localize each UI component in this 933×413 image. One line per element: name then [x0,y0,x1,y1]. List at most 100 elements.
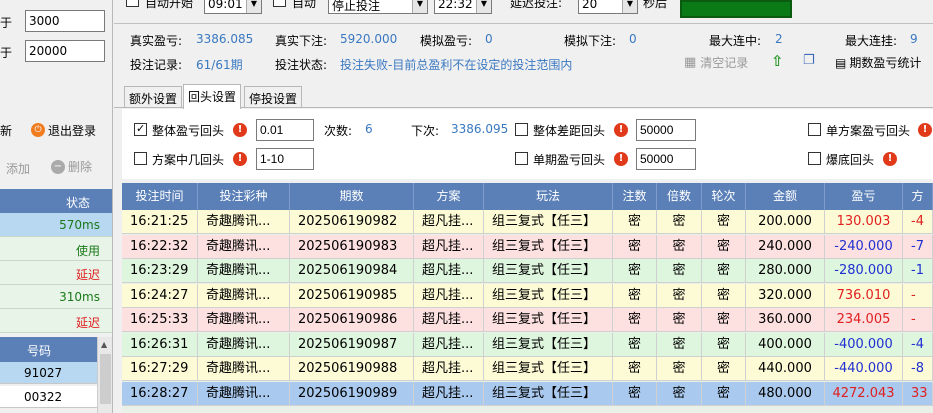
status-column-header[interactable]: 状态 [0,189,112,213]
column-header[interactable]: 盈亏 [825,183,903,210]
overall-gap-input[interactable] [636,119,696,141]
number-column-header[interactable]: 号码 [0,337,97,362]
copy-icon[interactable]: ❐ [803,53,815,68]
status-header-label: 状态 [66,196,91,210]
status-row[interactable]: 310ms [0,285,112,309]
start-time-picker[interactable]: 09:01 ▼ [204,0,262,14]
column-header[interactable]: 期数 [290,183,414,210]
table-row[interactable]: 16:25:33 奇趣腾讯... 202506190986 超凡挂... 组三复式【任三… [122,308,933,332]
top-toolbar: 自动开始 09:01 ▼ 自动 停止投注 ▼ 22:32 ▼ 延迟投注: 20 … [114,0,933,24]
table-cell-play: 组三复式【任三】 [484,210,613,234]
number-row[interactable]: 00322 [0,386,97,408]
table-row[interactable]: 16:26:31 奇趣腾讯... 202506190987 超凡挂... 组三复式【任三… [122,332,933,357]
table-cell-amount: 200.000 [746,210,825,234]
table-cell-round: 密 [702,381,746,406]
column-header[interactable]: 投注彩种 [198,183,290,210]
table-cell-mult: 密 [657,381,702,406]
table-cell-plan: 超凡挂... [414,234,484,259]
column-header[interactable]: 方 [903,183,933,210]
status-row[interactable]: 570ms [0,213,112,237]
max-win-label: 最大连中: [709,34,762,48]
tab-extra-settings[interactable]: 额外设置 [124,86,183,108]
delay-select[interactable]: 20 ▼ [578,0,638,14]
seconds-label: 秒后 [643,0,668,10]
chevron-down-icon[interactable]: ▼ [476,0,491,13]
chevron-down-icon[interactable]: ▼ [622,0,637,13]
plan-rollback-input[interactable] [256,148,314,170]
table-cell-extra: -7 [903,234,933,259]
table-cell-period: 202506190987 [290,332,414,357]
table-cell-plan: 超凡挂... [414,332,484,357]
scroll-up-icon[interactable]: ▲ [101,340,107,349]
table-row[interactable]: 16:21:25 奇趣腾讯... 202506190982 超凡挂... 组三复式【任三… [122,210,933,234]
status-row[interactable]: 延迟 [0,309,112,333]
mode-select[interactable]: 停止投注 ▼ [328,0,428,14]
clear-records-button[interactable]: ▦ 清空记录 [684,54,748,71]
number-list-scrollbar[interactable]: ▲ [97,337,112,413]
plan-rollback-checkbox[interactable] [134,152,147,165]
add-button[interactable]: 添加 [6,160,30,177]
settings-tabs: 额外设置 回头设置 停投设置 [114,84,933,109]
chevron-down-icon[interactable]: ▼ [412,0,427,13]
table-row[interactable]: 16:24:27 奇趣腾讯... 202506190985 超凡挂... 组三复式【任三… [122,283,933,308]
bet-records-table: 投注时间 投注彩种 期数 方案 玩法 注数 倍数 轮次 金额 盈亏方 16:21:25 奇趣腾讯...… [122,183,933,413]
bet-status-label: 投注状态: [275,58,328,72]
column-header[interactable]: 投注时间 [122,183,198,210]
tab-stop-settings[interactable]: 停投设置 [244,86,303,108]
next-value: 3386.095 [451,122,509,136]
table-row[interactable]: 16:27:29 奇趣腾讯... 202506190988 超凡挂... 组三复式【任三… [122,357,933,381]
table-row[interactable]: 16:23:29 奇趣腾讯... 202506190984 超凡挂... 组三复式【任三… [122,259,933,283]
table-cell-amount: 240.000 [746,234,825,259]
overall-rollback-checkbox[interactable] [134,122,147,136]
status-row[interactable]: 延迟 [0,261,112,285]
threshold-row-2: 大于 [0,40,112,64]
column-header[interactable]: 轮次 [702,183,746,210]
table-cell-amount: 440.000 [746,357,825,381]
overall-rollback-input[interactable] [256,119,314,141]
table-cell-period: 202506190983 [290,234,414,259]
single-period-checkbox[interactable] [515,152,528,165]
warning-icon: ! [233,152,247,166]
column-header[interactable]: 方案 [414,183,484,210]
column-header[interactable]: 倍数 [657,183,702,210]
clear-records-label: 清空记录 [700,56,749,70]
table-row[interactable]: 16:28:27 奇趣腾讯... 202506190989 超凡挂... 组三复式【任三… [122,381,933,406]
table-cell-amount: 320.000 [746,283,825,308]
threshold-input-1[interactable] [25,10,105,32]
single-period-input[interactable] [636,148,696,170]
table-cell-round: 密 [702,259,746,283]
logout-button[interactable]: ⏻ 退出登录 [31,120,96,140]
table-row[interactable]: 16:22:32 奇趣腾讯... 202506190983 超凡挂... 组三复式【任三… [122,234,933,259]
column-header[interactable]: 金额 [746,183,825,210]
scroll-thumb[interactable] [100,354,111,404]
end-time-picker[interactable]: 22:32 ▼ [434,0,492,14]
overall-gap-checkbox[interactable] [515,123,528,136]
table-cell-count: 密 [613,234,657,259]
upload-arrow-icon[interactable]: ⇧ [771,52,784,70]
status-text: 570ms [59,218,100,232]
record-value: 61/61期 [196,58,243,72]
bottom-rollback-checkbox[interactable] [808,152,821,165]
table-cell-profit: -280.000 [825,259,903,283]
number-row[interactable]: 91027 [0,362,97,384]
status-row[interactable]: 使用 [0,237,112,261]
delete-button[interactable]: − 删除 [51,158,92,175]
number-text: 00322 [24,390,63,404]
table-cell-profit: -440.000 [825,357,903,381]
app-window: 大于 大于 新 ⏻ 退出登录 添加 − 删除 状态 570ms 使用延迟 310ms… [0,0,933,413]
threshold-input-2[interactable] [25,40,105,62]
table-cell-mult: 密 [657,308,702,332]
period-stats-button[interactable]: ▤ 期数盈亏统计 [835,54,921,71]
overall-gap-label: 整体差距回头 [533,124,606,138]
table-cell-profit: 234.005 [825,308,903,332]
chevron-down-icon[interactable]: ▼ [246,0,261,13]
single-plan-checkbox[interactable] [808,123,821,136]
table-cell-lottery: 奇趣腾讯... [198,210,290,234]
auto-checkbox[interactable] [273,0,286,7]
auto-start-checkbox[interactable] [126,0,139,7]
new-button-label[interactable]: 新 [0,122,12,139]
tab-rollback-settings[interactable]: 回头设置 [183,84,242,109]
column-header[interactable]: 注数 [613,183,657,210]
column-header[interactable]: 玩法 [484,183,613,210]
table-cell-time: 16:27:29 [122,357,198,381]
